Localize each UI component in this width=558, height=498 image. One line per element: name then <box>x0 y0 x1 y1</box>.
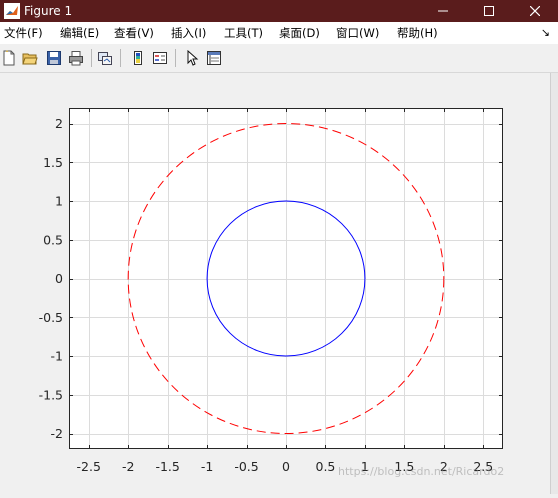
menu-desktop[interactable]: 桌面(D) <box>279 26 320 40</box>
new-figure-icon[interactable] <box>1 50 17 66</box>
menu-bar: 文件(F) 编辑(E) 查看(V) 插入(I) 工具(T) 桌面(D) 窗口(W… <box>0 22 558 44</box>
toolbar-separator <box>175 49 176 67</box>
menu-overflow-arrow-icon[interactable]: ↘ <box>541 26 550 39</box>
save-icon[interactable] <box>46 50 62 66</box>
y-tick-label: -0.5 <box>39 310 63 325</box>
y-tick-labels: 2 1.5 1 0.5 0 -0.5 -1 -1.5 -2 <box>39 116 63 441</box>
window-title: Figure 1 <box>24 4 73 18</box>
maximize-button[interactable] <box>466 0 512 22</box>
menu-tools[interactable]: 工具(T) <box>224 26 263 40</box>
title-bar: Figure 1 <box>0 0 558 22</box>
y-tick-label: -1 <box>51 349 63 364</box>
y-tick-label: 0 <box>55 271 63 286</box>
window-right-edge <box>550 73 558 494</box>
x-tick-label: 0.5 <box>316 459 336 474</box>
insert-legend-icon[interactable] <box>152 50 168 66</box>
matlab-logo-icon <box>4 3 20 19</box>
x-tick-label: -1 <box>201 459 213 474</box>
close-button[interactable] <box>512 0 558 22</box>
menu-help[interactable]: 帮助(H) <box>397 26 438 40</box>
toolbar-separator <box>120 49 121 67</box>
maximize-icon <box>484 6 494 16</box>
menu-file[interactable]: 文件(F) <box>4 26 43 40</box>
x-tick-label: 0 <box>282 459 290 474</box>
close-icon <box>530 6 540 16</box>
y-tick-label: 1 <box>55 194 63 209</box>
edit-plot-icon[interactable] <box>184 50 200 66</box>
y-tick-label: 2 <box>55 116 63 131</box>
print-icon[interactable] <box>68 50 84 66</box>
y-tick-label: -1.5 <box>39 387 63 402</box>
menu-window[interactable]: 窗口(W) <box>336 26 379 40</box>
plot-svg: -2.5 -2 -1.5 -1 -0.5 0 0.5 1 1.5 2 2.5 21.510.50-0… <box>39 108 503 474</box>
figure-canvas: -2.5 -2 -1.5 -1 -0.5 0 0.5 1 1.5 2 2.5 2 1.5 1 0.5 0 -0… <box>0 73 558 494</box>
y-tick-label: 0.5 <box>43 232 63 247</box>
y-tick-label: -2 <box>51 426 63 441</box>
menu-view[interactable]: 查看(V) <box>114 26 154 40</box>
watermark-text: https://blog.csdn.net/Ricardo2 <box>338 465 505 478</box>
property-inspector-icon[interactable] <box>206 50 222 66</box>
x-tick-label: -1.5 <box>155 459 179 474</box>
x-tick-label: -0.5 <box>234 459 258 474</box>
toolbar <box>0 44 558 73</box>
x-tick-label: -2 <box>122 459 134 474</box>
toolbar-separator <box>91 49 92 67</box>
minimize-icon <box>438 10 448 12</box>
minimize-button[interactable] <box>420 0 466 22</box>
y-tick-label: 1.5 <box>43 155 63 170</box>
x-tick-label: -2.5 <box>77 459 101 474</box>
open-file-icon[interactable] <box>22 50 38 66</box>
link-plot-icon[interactable] <box>97 50 113 66</box>
menu-edit[interactable]: 编辑(E) <box>60 26 99 40</box>
insert-colorbar-icon[interactable] <box>130 50 146 66</box>
menu-insert[interactable]: 插入(I) <box>171 26 206 40</box>
